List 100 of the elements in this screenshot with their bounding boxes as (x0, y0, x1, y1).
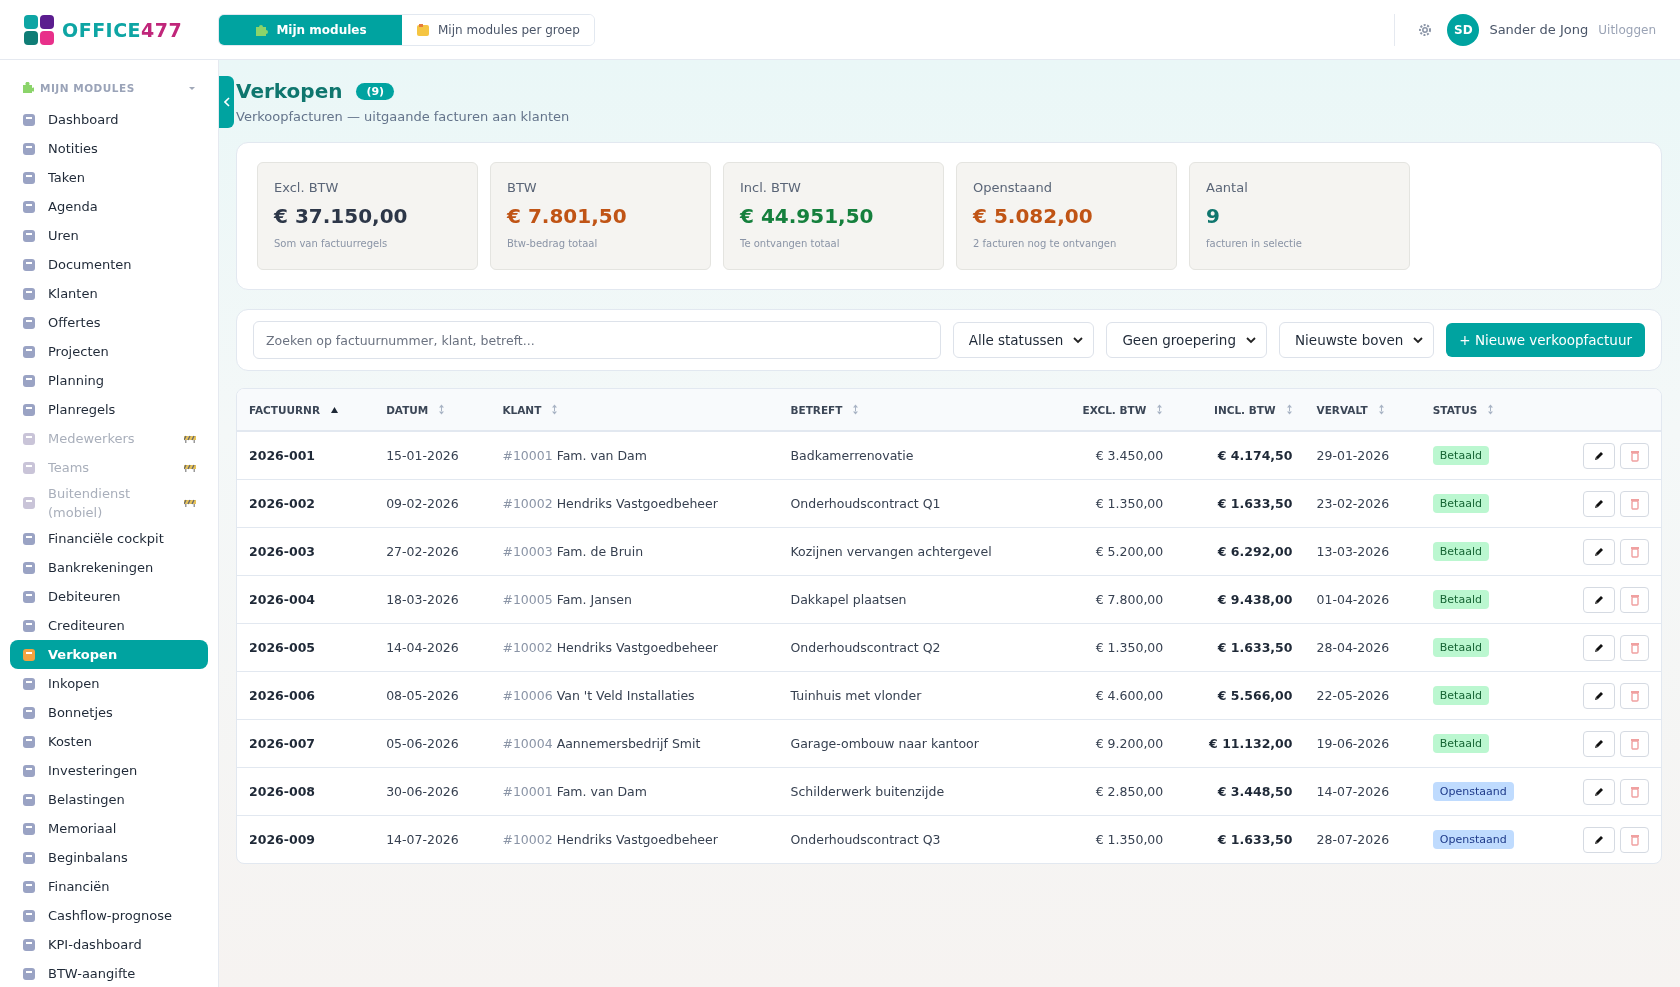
client-name: Fam. van Dam (556, 784, 647, 799)
sidebar-item[interactable]: Kosten (10, 727, 208, 756)
invoice-number: 2026-001 (249, 448, 316, 463)
sidebar-item[interactable]: Dashboard (10, 105, 208, 134)
pencil-icon (1593, 593, 1605, 606)
sidebar-item[interactable]: Memoriaal (10, 814, 208, 843)
column-header[interactable]: STATUS (1432, 403, 1495, 416)
table-cell: € 9.200,00 (1095, 736, 1164, 751)
table-cell: 13-03-2026 (1316, 544, 1390, 559)
square-icon (22, 373, 36, 388)
search-field[interactable]: Zoeken op factuurnummer, klant, betreft... (253, 321, 941, 359)
delete-button[interactable] (1620, 682, 1649, 709)
count-badge: (9) (356, 82, 395, 100)
table-cell: 14-07-2026 (1316, 784, 1390, 799)
filter-dropdown[interactable]: Nieuwste boven (1279, 322, 1435, 358)
collapse-tab[interactable] (219, 76, 234, 128)
sidebar-item[interactable]: Offertes (10, 308, 208, 337)
sidebar-item[interactable]: Bankrekeningen (10, 553, 208, 582)
sidebar-item[interactable]: Beginbalans (10, 843, 208, 872)
delete-button[interactable] (1620, 586, 1649, 613)
square-icon (22, 589, 36, 604)
barrier-icon (184, 499, 196, 507)
square-icon (22, 618, 36, 633)
delete-button[interactable] (1620, 538, 1649, 565)
sidebar-item[interactable]: Uren (10, 221, 208, 250)
pencil-icon (1593, 641, 1605, 654)
user-name: Sander de Jong (1489, 22, 1589, 37)
settings-icon[interactable] (1417, 21, 1434, 38)
edit-button[interactable] (1583, 442, 1615, 469)
edit-button[interactable] (1583, 778, 1615, 805)
sidebar-item[interactable]: Financiële cockpit (10, 524, 208, 553)
sidebar-item[interactable]: Crediteuren (10, 611, 208, 640)
client-id: #10002 (502, 640, 553, 655)
column-header[interactable]: DATUM (386, 403, 446, 416)
sidebar-item[interactable]: Documenten (10, 250, 208, 279)
delete-button[interactable] (1620, 634, 1649, 661)
stat-note: 2 facturen nog te ontvangen (973, 238, 1118, 249)
invoice-number: 2026-008 (249, 784, 316, 799)
sidebar-item[interactable]: Taken (10, 163, 208, 192)
square-icon (22, 850, 36, 865)
delete-button[interactable] (1620, 730, 1649, 757)
sort-icon (551, 404, 559, 415)
sidebar-item[interactable]: Planning (10, 366, 208, 395)
edit-button[interactable] (1583, 586, 1615, 613)
column-header[interactable]: VERVALT (1316, 403, 1385, 416)
sidebar-item[interactable]: Planregels (10, 395, 208, 424)
pencil-icon (1593, 737, 1605, 750)
sidebar-item[interactable]: Belastingen (10, 785, 208, 814)
edit-button[interactable] (1583, 538, 1615, 565)
column-header[interactable]: KLANT (502, 403, 559, 416)
stat-label: Aantal (1206, 180, 1249, 195)
trash-icon (1629, 689, 1640, 702)
column-header[interactable]: INCL. BTW (1214, 403, 1293, 416)
sidebar-item[interactable]: Inkopen (10, 669, 208, 698)
delete-button[interactable] (1620, 442, 1649, 469)
column-header[interactable]: EXCL. BTW (1082, 403, 1164, 416)
invoice-number: 2026-002 (249, 496, 316, 511)
delete-button[interactable] (1620, 778, 1649, 805)
edit-button[interactable] (1583, 490, 1615, 517)
sidebar-item[interactable]: KPI-dashboard (10, 930, 208, 959)
sidebar-item[interactable]: Cashflow-prognose (10, 901, 208, 930)
column-header[interactable]: BETREFT (790, 403, 860, 416)
sidebar-item[interactable]: Klanten (10, 279, 208, 308)
table-cell: Badkamerrenovatie (790, 448, 914, 463)
square-icon (22, 879, 36, 894)
filter-dropdown[interactable]: Alle statussen (952, 322, 1095, 358)
table-cell: 15-01-2026 (386, 448, 459, 463)
sort-icon (1487, 404, 1495, 415)
invoice-number: 2026-009 (249, 832, 316, 847)
sidebar-item[interactable]: Financiën (10, 872, 208, 901)
sort-up-icon (330, 405, 339, 414)
sidebar-item[interactable]: Notities (10, 134, 208, 163)
sidebar-item[interactable]: Debiteuren (10, 582, 208, 611)
sidebar-item[interactable]: Investeringen (10, 756, 208, 785)
table-cell: Schilderwerk buitenzijde (790, 784, 945, 799)
delete-button[interactable] (1620, 826, 1649, 853)
client-name: Aannemersbedrijf Smit (556, 736, 701, 751)
stat-label: BTW (507, 180, 538, 195)
sort-icon (1285, 404, 1293, 415)
delete-button[interactable] (1620, 490, 1649, 517)
pencil-icon (1593, 833, 1605, 846)
client-id: #10001 (502, 448, 553, 463)
edit-button[interactable] (1583, 634, 1615, 661)
stat-value: € 37.150,00 (274, 204, 409, 228)
sidebar-item[interactable]: BTW-aangifte (10, 959, 208, 987)
client-id: #10002 (502, 832, 553, 847)
table-cell: € 9.438,00 (1217, 592, 1293, 607)
edit-button[interactable] (1583, 682, 1615, 709)
sidebar-item[interactable]: Bonnetjes (10, 698, 208, 727)
edit-button[interactable] (1583, 730, 1615, 757)
sidebar-item[interactable]: Projecten (10, 337, 208, 366)
edit-button[interactable] (1583, 826, 1615, 853)
stat-label: Excl. BTW (274, 180, 340, 195)
stat-value: € 5.082,00 (973, 204, 1094, 228)
stat-note: Som van factuurregels (274, 238, 389, 249)
square-icon (22, 734, 36, 749)
status-badge: Betaald (1432, 494, 1489, 513)
filter-dropdown[interactable]: Geen groepering (1106, 322, 1267, 358)
sidebar-item[interactable]: Agenda (10, 192, 208, 221)
status-badge: Openstaand (1432, 830, 1514, 849)
